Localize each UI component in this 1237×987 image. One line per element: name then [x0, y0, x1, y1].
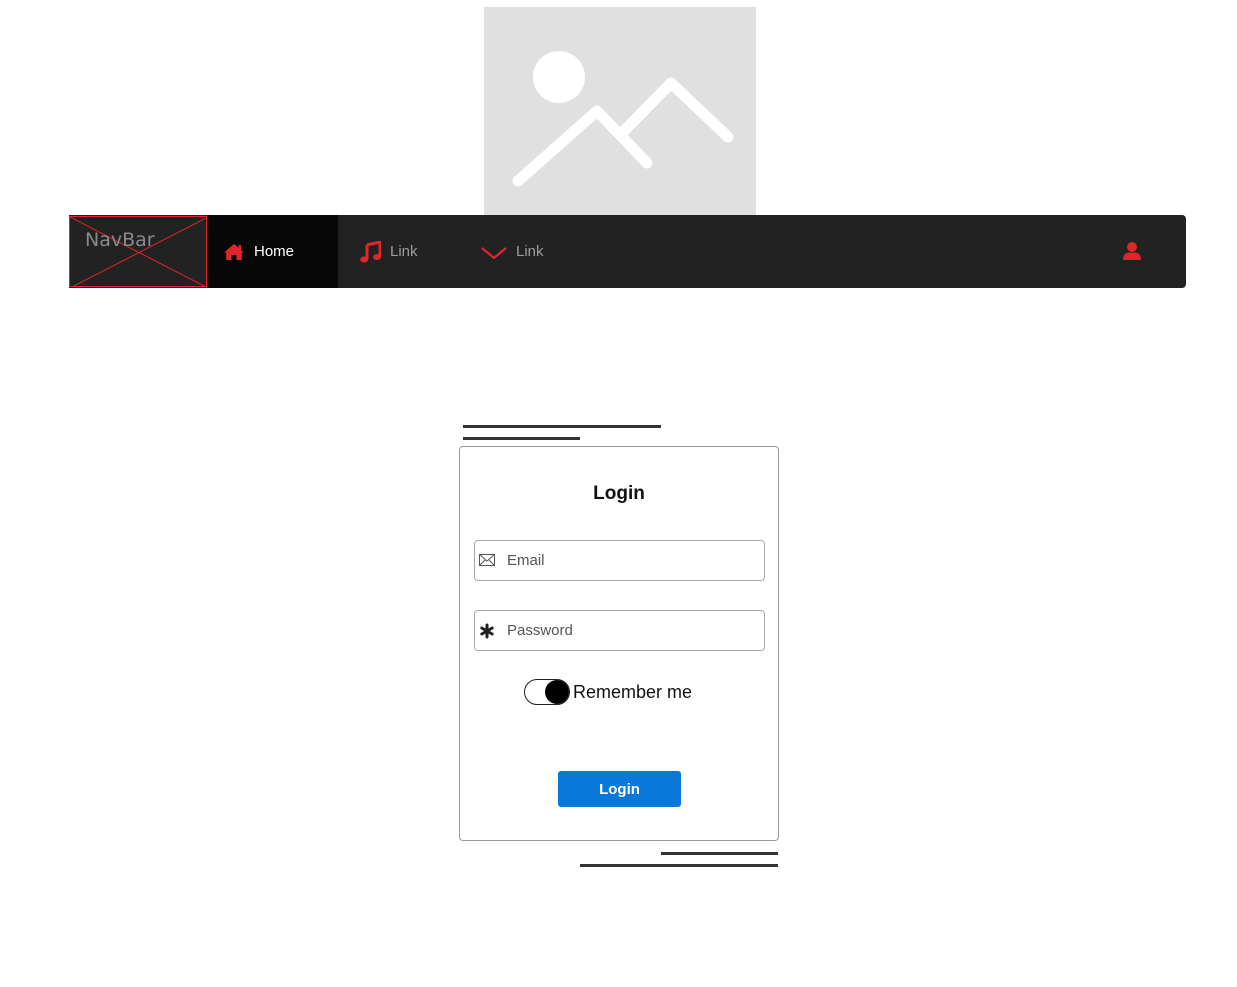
home-icon [223, 243, 245, 261]
image-placeholder-icon [512, 51, 734, 187]
user-icon[interactable] [1122, 241, 1142, 261]
email-field [474, 540, 765, 581]
nav-item-label: Home [254, 243, 295, 260]
nav-item-label: Link [390, 243, 418, 260]
brand-placeholder-cross [70, 217, 206, 286]
envelope-icon [479, 553, 495, 569]
password-field [474, 610, 765, 651]
chevron-down-icon [481, 244, 507, 260]
decorative-line [463, 425, 661, 428]
decorative-line [661, 852, 778, 855]
login-title: Login [593, 483, 645, 504]
login-button[interactable]: Login [558, 771, 681, 807]
nav-item-home[interactable]: Home [207, 215, 338, 288]
navbar-brand[interactable]: NavBar [69, 216, 207, 287]
remember-me-toggle[interactable] [524, 679, 570, 705]
hero-image-placeholder [484, 7, 756, 215]
nav-item-link-dropdown[interactable]: Link [481, 215, 591, 288]
asterisk-icon [479, 623, 495, 639]
email-input[interactable] [507, 541, 757, 580]
navbar: NavBar Home Link Link [69, 215, 1186, 288]
music-icon [360, 239, 382, 263]
password-input[interactable] [507, 611, 757, 650]
brand-text: NavBar [85, 229, 155, 251]
login-card: Login Remember me Login [459, 446, 779, 841]
remember-me-label: Remember me [573, 682, 693, 702]
nav-item-label: Link [516, 243, 544, 260]
decorative-line [463, 437, 580, 440]
toggle-knob [545, 680, 569, 704]
decorative-line [580, 864, 778, 867]
nav-item-link-music[interactable]: Link [360, 215, 470, 288]
